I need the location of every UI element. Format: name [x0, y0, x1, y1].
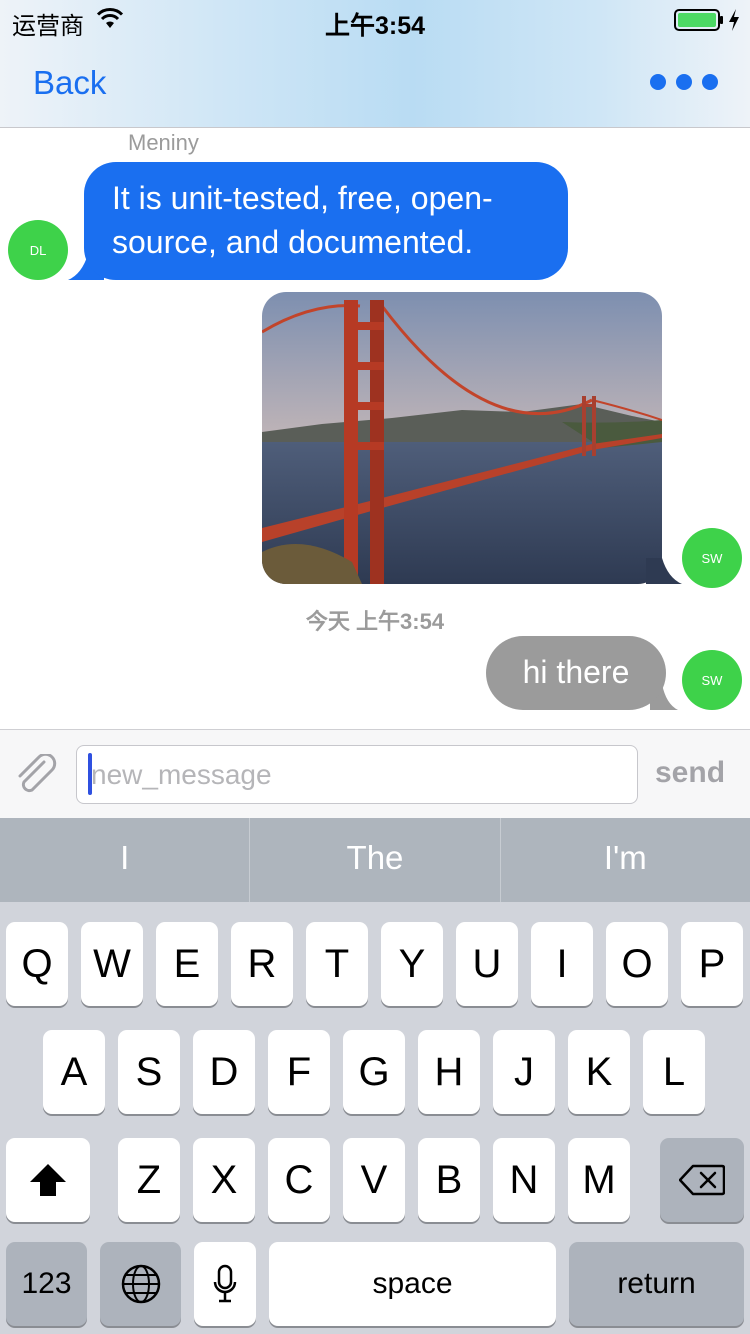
prediction-bar: I The I'm	[0, 818, 750, 902]
prediction-suggestion[interactable]: I'm	[499, 818, 750, 902]
message-timestamp: 今天 上午3:54	[305, 609, 445, 634]
key-v[interactable]: V	[343, 1138, 405, 1222]
shift-icon	[30, 1164, 66, 1196]
key-u[interactable]: U	[456, 922, 518, 1006]
key-z[interactable]: Z	[118, 1138, 180, 1222]
status-time: 上午3:54	[324, 12, 426, 40]
key-e[interactable]: E	[156, 922, 218, 1006]
bridge-photo	[262, 292, 662, 584]
microphone-icon	[213, 1264, 237, 1303]
avatar-initials: DL	[29, 242, 47, 258]
avatar-dl[interactable]: DL	[8, 220, 68, 280]
key-h[interactable]: H	[418, 1030, 480, 1114]
keyboard: I The I'm Q W E R T Y U I O P A S D F G …	[0, 818, 750, 1334]
key-l[interactable]: L	[643, 1030, 705, 1114]
message-text: hi there	[522, 654, 630, 690]
outgoing-message-bubble[interactable]: hi there	[486, 636, 666, 710]
key-n[interactable]: N	[493, 1138, 555, 1222]
avatar-sw[interactable]: SW	[682, 528, 742, 588]
charging-icon	[729, 9, 739, 31]
key-m[interactable]: M	[568, 1138, 630, 1222]
globe-icon	[121, 1264, 160, 1304]
navigation-bar: 运营商 上午3:54 Back	[0, 0, 750, 128]
delete-key[interactable]	[660, 1138, 744, 1222]
text-cursor	[88, 753, 92, 795]
key-p[interactable]: P	[681, 922, 743, 1006]
space-key[interactable]: space	[269, 1242, 556, 1326]
send-button[interactable]: send	[655, 756, 725, 790]
sender-name: Meniny	[128, 130, 199, 155]
battery-icon	[674, 9, 723, 31]
key-b[interactable]: B	[418, 1138, 480, 1222]
message-input-bar: send	[0, 729, 750, 818]
key-o[interactable]: O	[606, 922, 668, 1006]
key-k[interactable]: K	[568, 1030, 630, 1114]
shift-key[interactable]	[6, 1138, 90, 1222]
key-s[interactable]: S	[118, 1030, 180, 1114]
key-a[interactable]: A	[43, 1030, 105, 1114]
key-i[interactable]: I	[531, 922, 593, 1006]
return-key[interactable]: return	[569, 1242, 744, 1326]
key-x[interactable]: X	[193, 1138, 255, 1222]
globe-key[interactable]	[100, 1242, 181, 1326]
key-c[interactable]: C	[268, 1138, 330, 1222]
key-r[interactable]: R	[231, 922, 293, 1006]
avatar-initials: SW	[701, 550, 723, 566]
backspace-icon	[679, 1164, 725, 1196]
avatar-sw[interactable]: SW	[682, 650, 742, 710]
key-j[interactable]: J	[493, 1030, 555, 1114]
incoming-message-bubble[interactable]: It is unit-tested, free, open-source, an…	[84, 162, 568, 280]
dictation-key[interactable]	[194, 1242, 256, 1326]
key-f[interactable]: F	[268, 1030, 330, 1114]
message-input[interactable]	[76, 745, 638, 804]
paperclip-icon[interactable]	[14, 754, 62, 798]
key-g[interactable]: G	[343, 1030, 405, 1114]
photo-message[interactable]	[262, 292, 662, 584]
key-w[interactable]: W	[81, 922, 143, 1006]
key-q[interactable]: Q	[6, 922, 68, 1006]
prediction-suggestion[interactable]: The	[249, 818, 499, 902]
avatar-initials: SW	[701, 672, 723, 688]
key-d[interactable]: D	[193, 1030, 255, 1114]
photo-bubble-tail	[646, 558, 682, 584]
more-options-icon[interactable]	[648, 72, 720, 92]
numbers-key[interactable]: 123	[6, 1242, 87, 1326]
key-y[interactable]: Y	[381, 922, 443, 1006]
back-button[interactable]: Back	[33, 64, 106, 102]
message-text: It is unit-tested, free, open-source, an…	[112, 180, 493, 260]
prediction-suggestion[interactable]: I	[0, 818, 249, 902]
key-t[interactable]: T	[306, 922, 368, 1006]
